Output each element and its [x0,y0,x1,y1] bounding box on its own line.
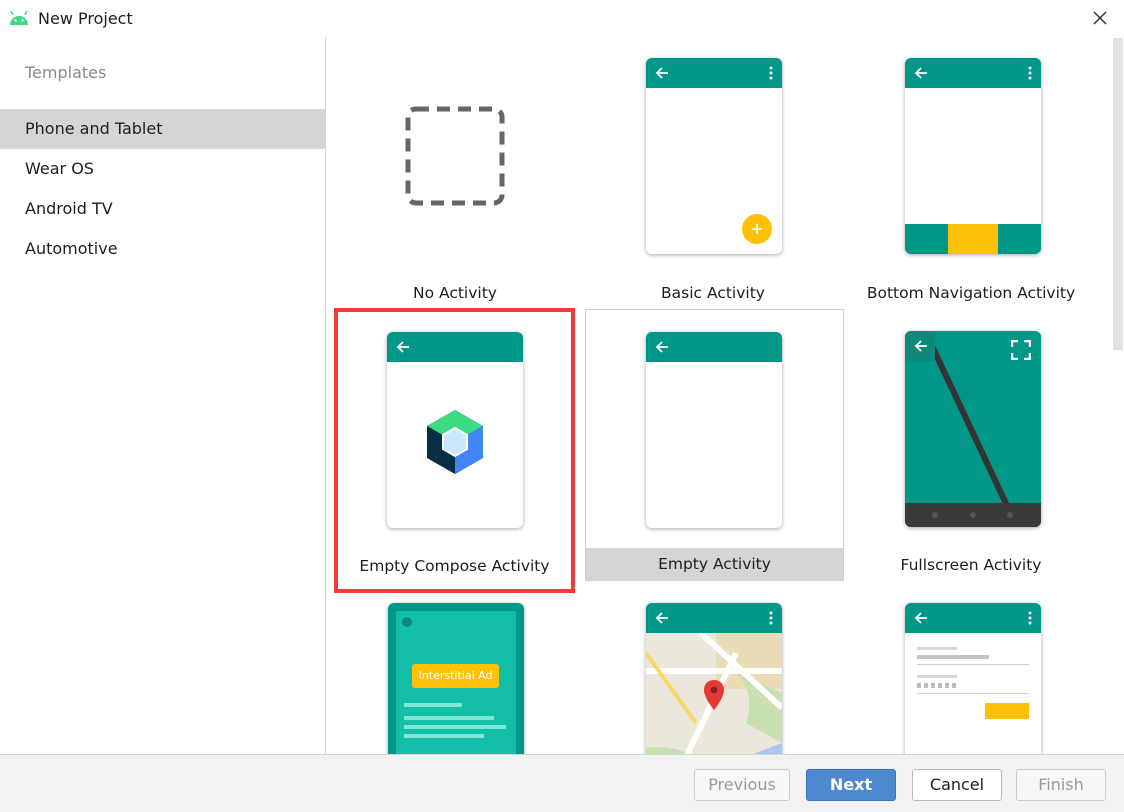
template-label: No Activity [413,284,497,302]
sidebar-item-wear-os[interactable]: Wear OS [0,149,325,189]
template-empty-compose-activity[interactable]: Empty Compose Activity [334,308,575,593]
sidebar-item-android-tv[interactable]: Android TV [0,189,325,229]
text-line [404,725,506,729]
phone-preview [905,58,1041,254]
phone-preview [387,332,523,528]
next-button[interactable]: Next [806,769,896,801]
fullscreen-icon [1011,340,1031,360]
template-label: Empty Activity [658,555,771,573]
overflow-menu-icon [769,66,773,80]
sidebar-item-phone-and-tablet[interactable]: Phone and Tablet [0,109,325,149]
field-hint [917,647,957,650]
overflow-menu-icon [1028,66,1032,80]
sidebar-section-label: Templates [25,63,107,82]
phone-preview [905,603,1041,754]
previous-button[interactable]: Previous [694,769,790,801]
email-field [917,655,989,659]
sidebar-item-automotive[interactable]: Automotive [0,229,325,269]
template-empty-activity[interactable]: Empty Activity [585,309,844,581]
finish-button[interactable]: Finish [1016,769,1106,801]
empty-template-icon [405,106,505,206]
back-arrow-icon [655,341,668,353]
map-pin-icon [704,680,724,710]
title-bar: New Project [0,0,1124,36]
phone-preview [905,331,1041,527]
template-basic-activity[interactable]: Basic Activity [584,36,842,308]
phone-preview [646,58,782,254]
vertical-scrollbar[interactable] [1112,36,1124,754]
fullscreen-diagonal-graphic [905,331,1041,527]
cancel-button[interactable]: Cancel [912,769,1002,801]
selected-nav-item [948,224,998,254]
template-label: Fullscreen Activity [900,556,1042,574]
phone-preview: Interstitial Ad [388,603,524,754]
text-line [404,716,494,720]
window-title: New Project [38,9,133,28]
overflow-menu-icon [1028,611,1032,625]
back-arrow-icon [655,612,668,624]
template-label: Basic Activity [661,284,765,302]
back-arrow-icon [396,341,409,353]
field-underline [917,693,1029,694]
sign-in-button-preview [985,703,1029,719]
text-line [404,703,462,707]
template-no-activity[interactable]: No Activity [326,36,584,308]
text-line [404,734,484,738]
dialog-footer: Previous Next Cancel Finish [0,754,1124,812]
overflow-menu-icon [769,611,773,625]
template-grid: No Activity Basic Activity Bottom Naviga… [326,36,1124,754]
back-arrow-icon [914,612,927,624]
field-hint [917,675,957,678]
jetpack-compose-logo-icon [427,410,483,474]
template-login-activity[interactable] [842,580,1100,754]
fab-add-icon [742,214,772,244]
template-fullscreen-activity[interactable]: Fullscreen Activity [842,308,1100,580]
back-arrow-icon [914,340,927,352]
phone-preview [646,332,782,528]
bottom-navigation-bar [905,224,1041,254]
template-bottom-navigation-activity[interactable]: Bottom Navigation Activity [842,36,1100,308]
close-icon[interactable] [1090,8,1110,28]
template-label: Empty Compose Activity [359,557,550,575]
templates-sidebar: Templates Phone and Tablet Wear OS Andro… [0,36,326,754]
interstitial-ad-badge: Interstitial Ad [412,664,499,688]
android-icon [10,10,28,25]
dot-icon [402,617,412,627]
scrollbar-thumb[interactable] [1113,38,1123,350]
password-field [917,683,957,688]
back-arrow-icon [655,67,668,79]
back-arrow-icon [914,67,927,79]
template-google-maps-activity[interactable] [584,580,842,754]
phone-preview [646,603,782,754]
template-label: Bottom Navigation Activity [866,284,1076,302]
template-interstitial-ad-activity[interactable]: Interstitial Ad [326,580,584,754]
field-underline [917,664,1029,665]
